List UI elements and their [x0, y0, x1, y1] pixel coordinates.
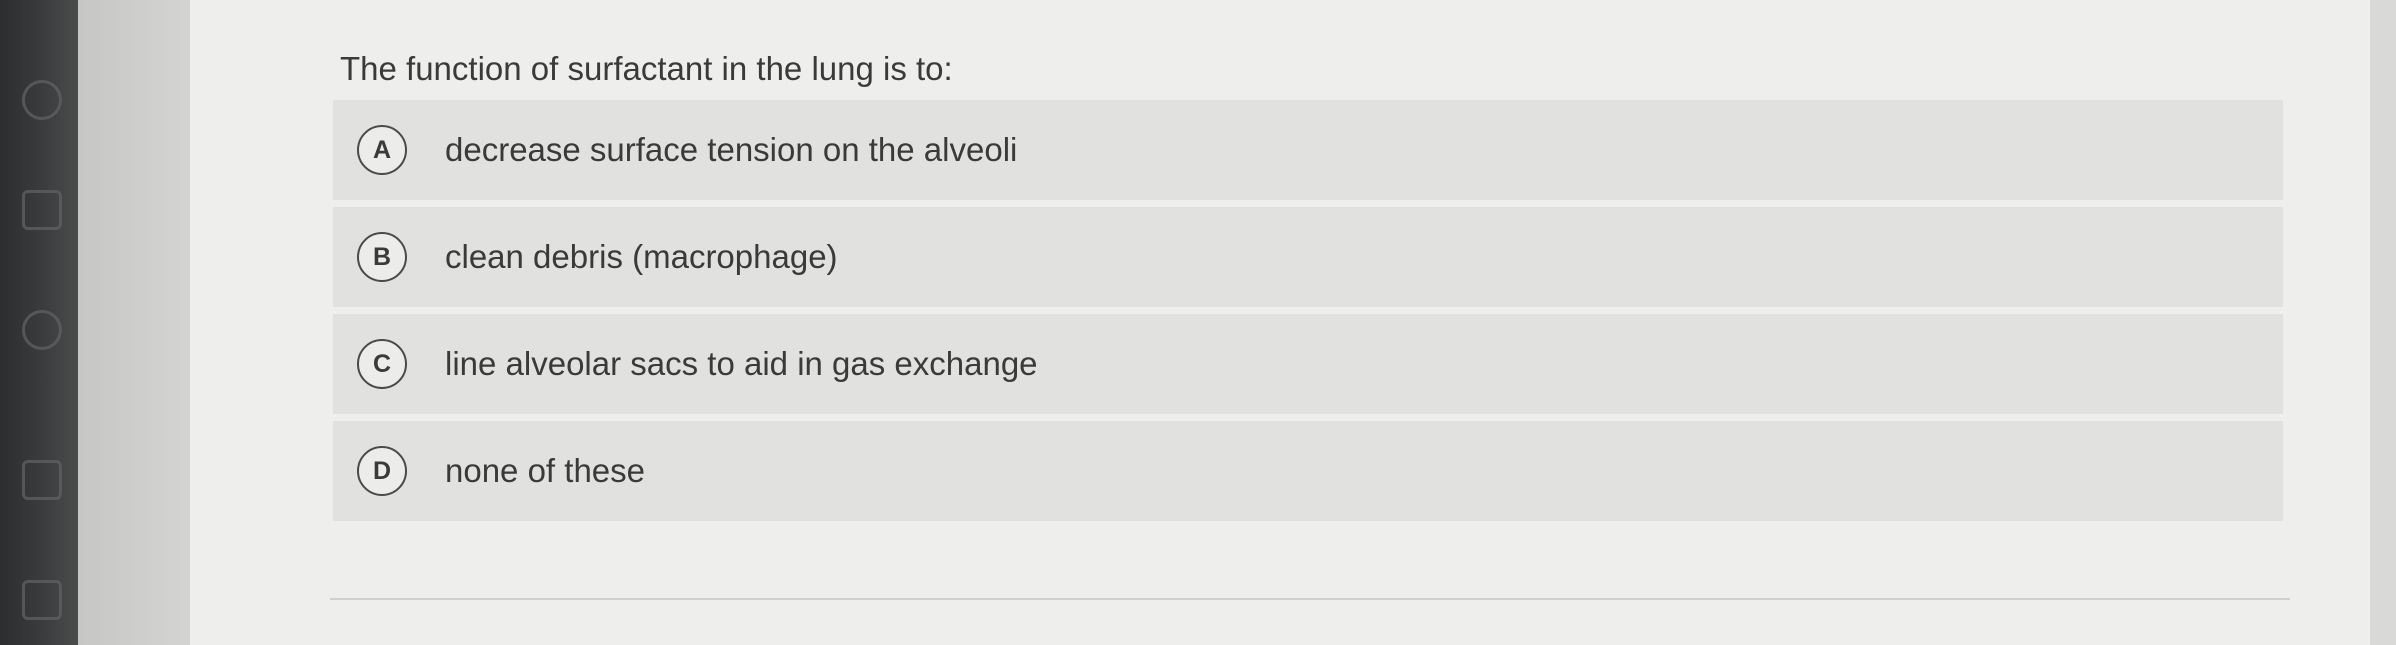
people-icon[interactable]: [22, 310, 62, 350]
option-c-text: line alveolar sacs to aid in gas exchang…: [445, 345, 1038, 382]
option-d-text: none of these: [445, 452, 645, 489]
option-b-text: clean debris (macrophage): [445, 238, 838, 275]
section-divider: [330, 598, 2290, 600]
calendar-icon[interactable]: [22, 190, 62, 230]
option-d-letter: D: [357, 446, 407, 496]
option-a-letter: A: [357, 125, 407, 175]
globe-icon[interactable]: [22, 80, 62, 120]
option-a-text: decrease surface tension on the alveoli: [445, 131, 1018, 168]
option-b-letter: B: [357, 232, 407, 282]
app-sidebar: [0, 0, 78, 645]
calculator-icon[interactable]: [22, 460, 62, 500]
question-text: The function of surfactant in the lung i…: [340, 50, 953, 87]
option-c[interactable]: C line alveolar sacs to aid in gas excha…: [333, 314, 2283, 414]
mail-icon[interactable]: [22, 580, 62, 620]
option-d[interactable]: D none of these: [333, 421, 2283, 521]
option-a[interactable]: A decrease surface tension on the alveol…: [333, 100, 2283, 200]
option-c-letter: C: [357, 339, 407, 389]
panel-edge: [2370, 0, 2396, 645]
option-b[interactable]: B clean debris (macrophage): [333, 207, 2283, 307]
answer-options: A decrease surface tension on the alveol…: [333, 100, 2283, 528]
sidebar-gutter: [78, 0, 190, 645]
